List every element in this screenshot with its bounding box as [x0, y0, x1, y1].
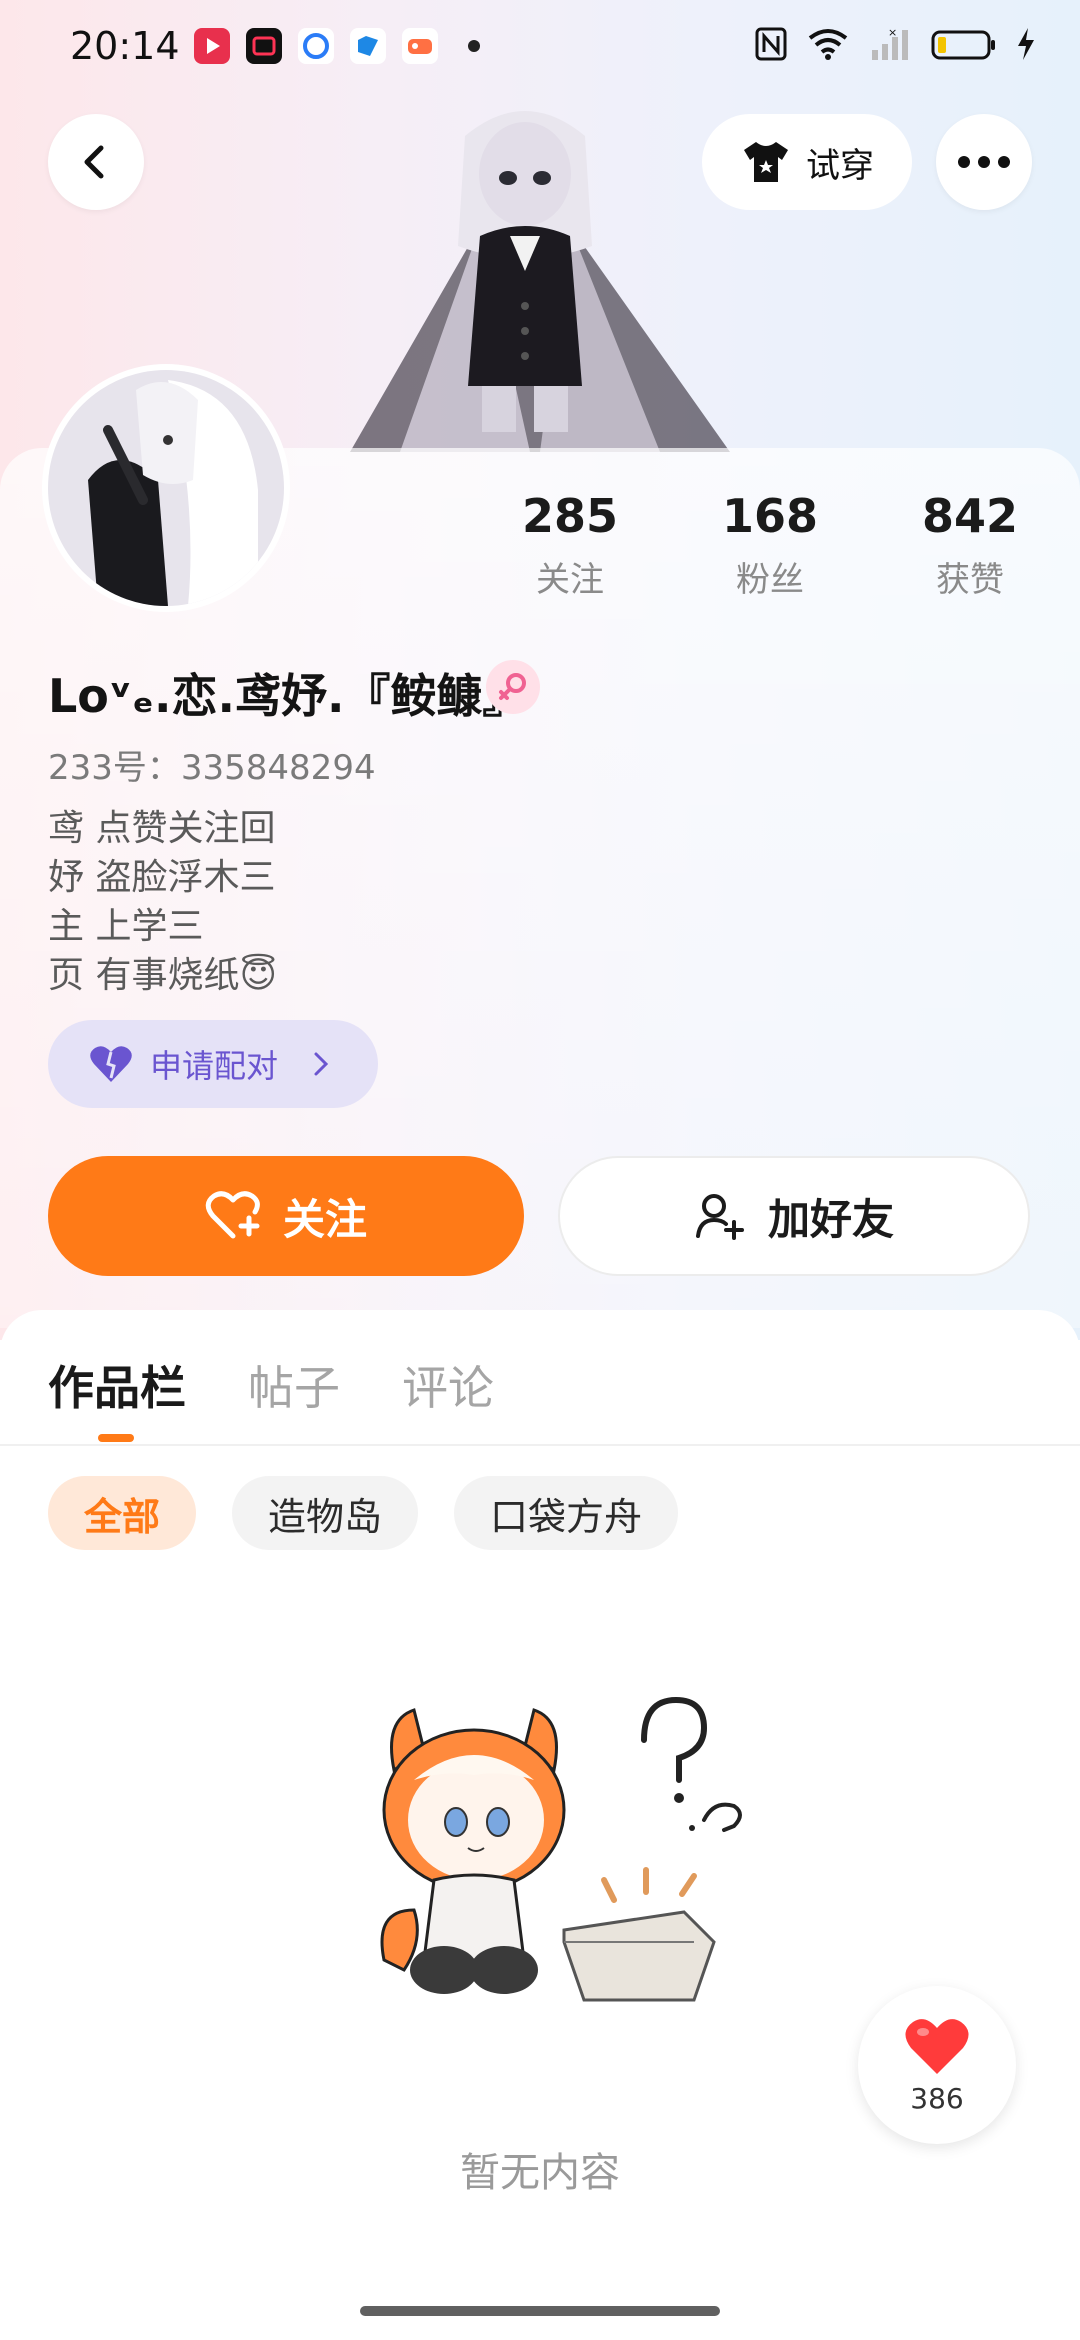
more-notifications-dot — [468, 40, 480, 52]
add-friend-label: 加好友 — [767, 1194, 894, 1244]
game-app-icon — [402, 28, 438, 64]
battery-icon — [931, 30, 995, 60]
follow-label: 关注 — [282, 1194, 367, 1244]
stat-followers-label: 粉丝 — [736, 560, 804, 600]
pair-request-button[interactable]: 申请配对 — [48, 1020, 378, 1108]
nfc-icon — [755, 27, 787, 61]
tab-comments[interactable]: 评论 — [402, 1352, 494, 1418]
bio: 鸢 点赞关注回 妤 盗脸浮木三 主 上学三 页 有事烧纸😇 — [48, 804, 277, 1000]
filter-chips: 全部 造物岛 口袋方舟 — [48, 1476, 679, 1550]
user-id: 233号：335848294 — [48, 748, 376, 788]
tshirt-icon — [744, 142, 788, 182]
bio-line: 妤 盗脸浮木三 — [48, 857, 276, 898]
filter-all[interactable]: 全部 — [48, 1476, 197, 1550]
video-app-icon — [194, 28, 230, 64]
gender-female-icon — [486, 660, 540, 714]
status-time: 20:14 — [70, 24, 180, 68]
more-options-button[interactable] — [936, 114, 1032, 210]
like-floating-button[interactable]: 386 — [858, 1986, 1016, 2144]
svg-text:×: × — [888, 26, 897, 39]
avatar-character-figure — [330, 96, 750, 452]
filter-creation-island[interactable]: 造物岛 — [232, 1476, 419, 1550]
pair-request-label: 申请配对 — [150, 1047, 279, 1085]
signal-icon: × — [872, 26, 908, 60]
empty-state-illustration — [364, 1680, 764, 2080]
back-button[interactable] — [48, 114, 144, 210]
username: Loᵛₑ.恋.鸢妤.『𩽾𩾌』 — [48, 669, 529, 723]
bio-line: 页 有事烧纸😇 — [48, 955, 277, 996]
chevron-right-icon — [314, 1052, 329, 1076]
status-app-icons — [194, 28, 480, 64]
status-bar: 20:14 × — [0, 0, 1080, 96]
stat-followers[interactable]: 168 粉丝 — [690, 486, 850, 601]
charging-icon — [1018, 28, 1034, 60]
heart-plus-icon — [205, 1191, 260, 1239]
stat-following[interactable]: 285 关注 — [490, 486, 650, 601]
heart-pair-icon — [90, 1046, 132, 1082]
tryon-label: 试穿 — [806, 145, 874, 186]
tab-posts[interactable]: 帖子 — [248, 1352, 340, 1418]
empty-state-text: 暂无内容 — [460, 2150, 620, 2196]
status-system-icons: × — [754, 26, 1036, 62]
files-app-icon — [350, 28, 386, 64]
stat-likes[interactable]: 842 获赞 — [890, 486, 1050, 601]
add-friend-button[interactable]: 加好友 — [558, 1156, 1030, 1276]
chevron-left-icon — [84, 145, 104, 179]
content-tabs: 作品栏 帖子 评论 — [48, 1352, 494, 1418]
add-user-icon — [695, 1194, 744, 1240]
record-app-icon — [246, 28, 282, 64]
home-indicator[interactable] — [360, 2306, 720, 2316]
tab-works[interactable]: 作品栏 — [48, 1352, 186, 1418]
tryon-button[interactable]: 试穿 — [702, 114, 912, 210]
wifi-icon — [808, 29, 848, 60]
profile-stats: 285 关注 168 粉丝 842 获赞 — [490, 486, 1050, 601]
like-count: 386 — [910, 2081, 964, 2115]
bio-line: 主 上学三 — [48, 906, 204, 947]
avatar[interactable] — [48, 370, 284, 606]
filter-pocket-ark[interactable]: 口袋方舟 — [454, 1476, 679, 1550]
more-dots-icon — [958, 156, 1010, 168]
browser-app-icon — [298, 28, 334, 64]
stat-likes-label: 获赞 — [936, 560, 1004, 600]
stat-likes-count: 842 — [921, 489, 1019, 543]
divider — [0, 1444, 1080, 1446]
stat-following-label: 关注 — [536, 560, 604, 600]
stat-followers-count: 168 — [721, 489, 819, 543]
follow-button[interactable]: 关注 — [48, 1156, 524, 1276]
stat-following-count: 285 — [521, 489, 619, 543]
active-tab-indicator — [98, 1434, 134, 1442]
heart-icon — [905, 2018, 969, 2074]
bio-line: 鸢 点赞关注回 — [48, 808, 276, 849]
